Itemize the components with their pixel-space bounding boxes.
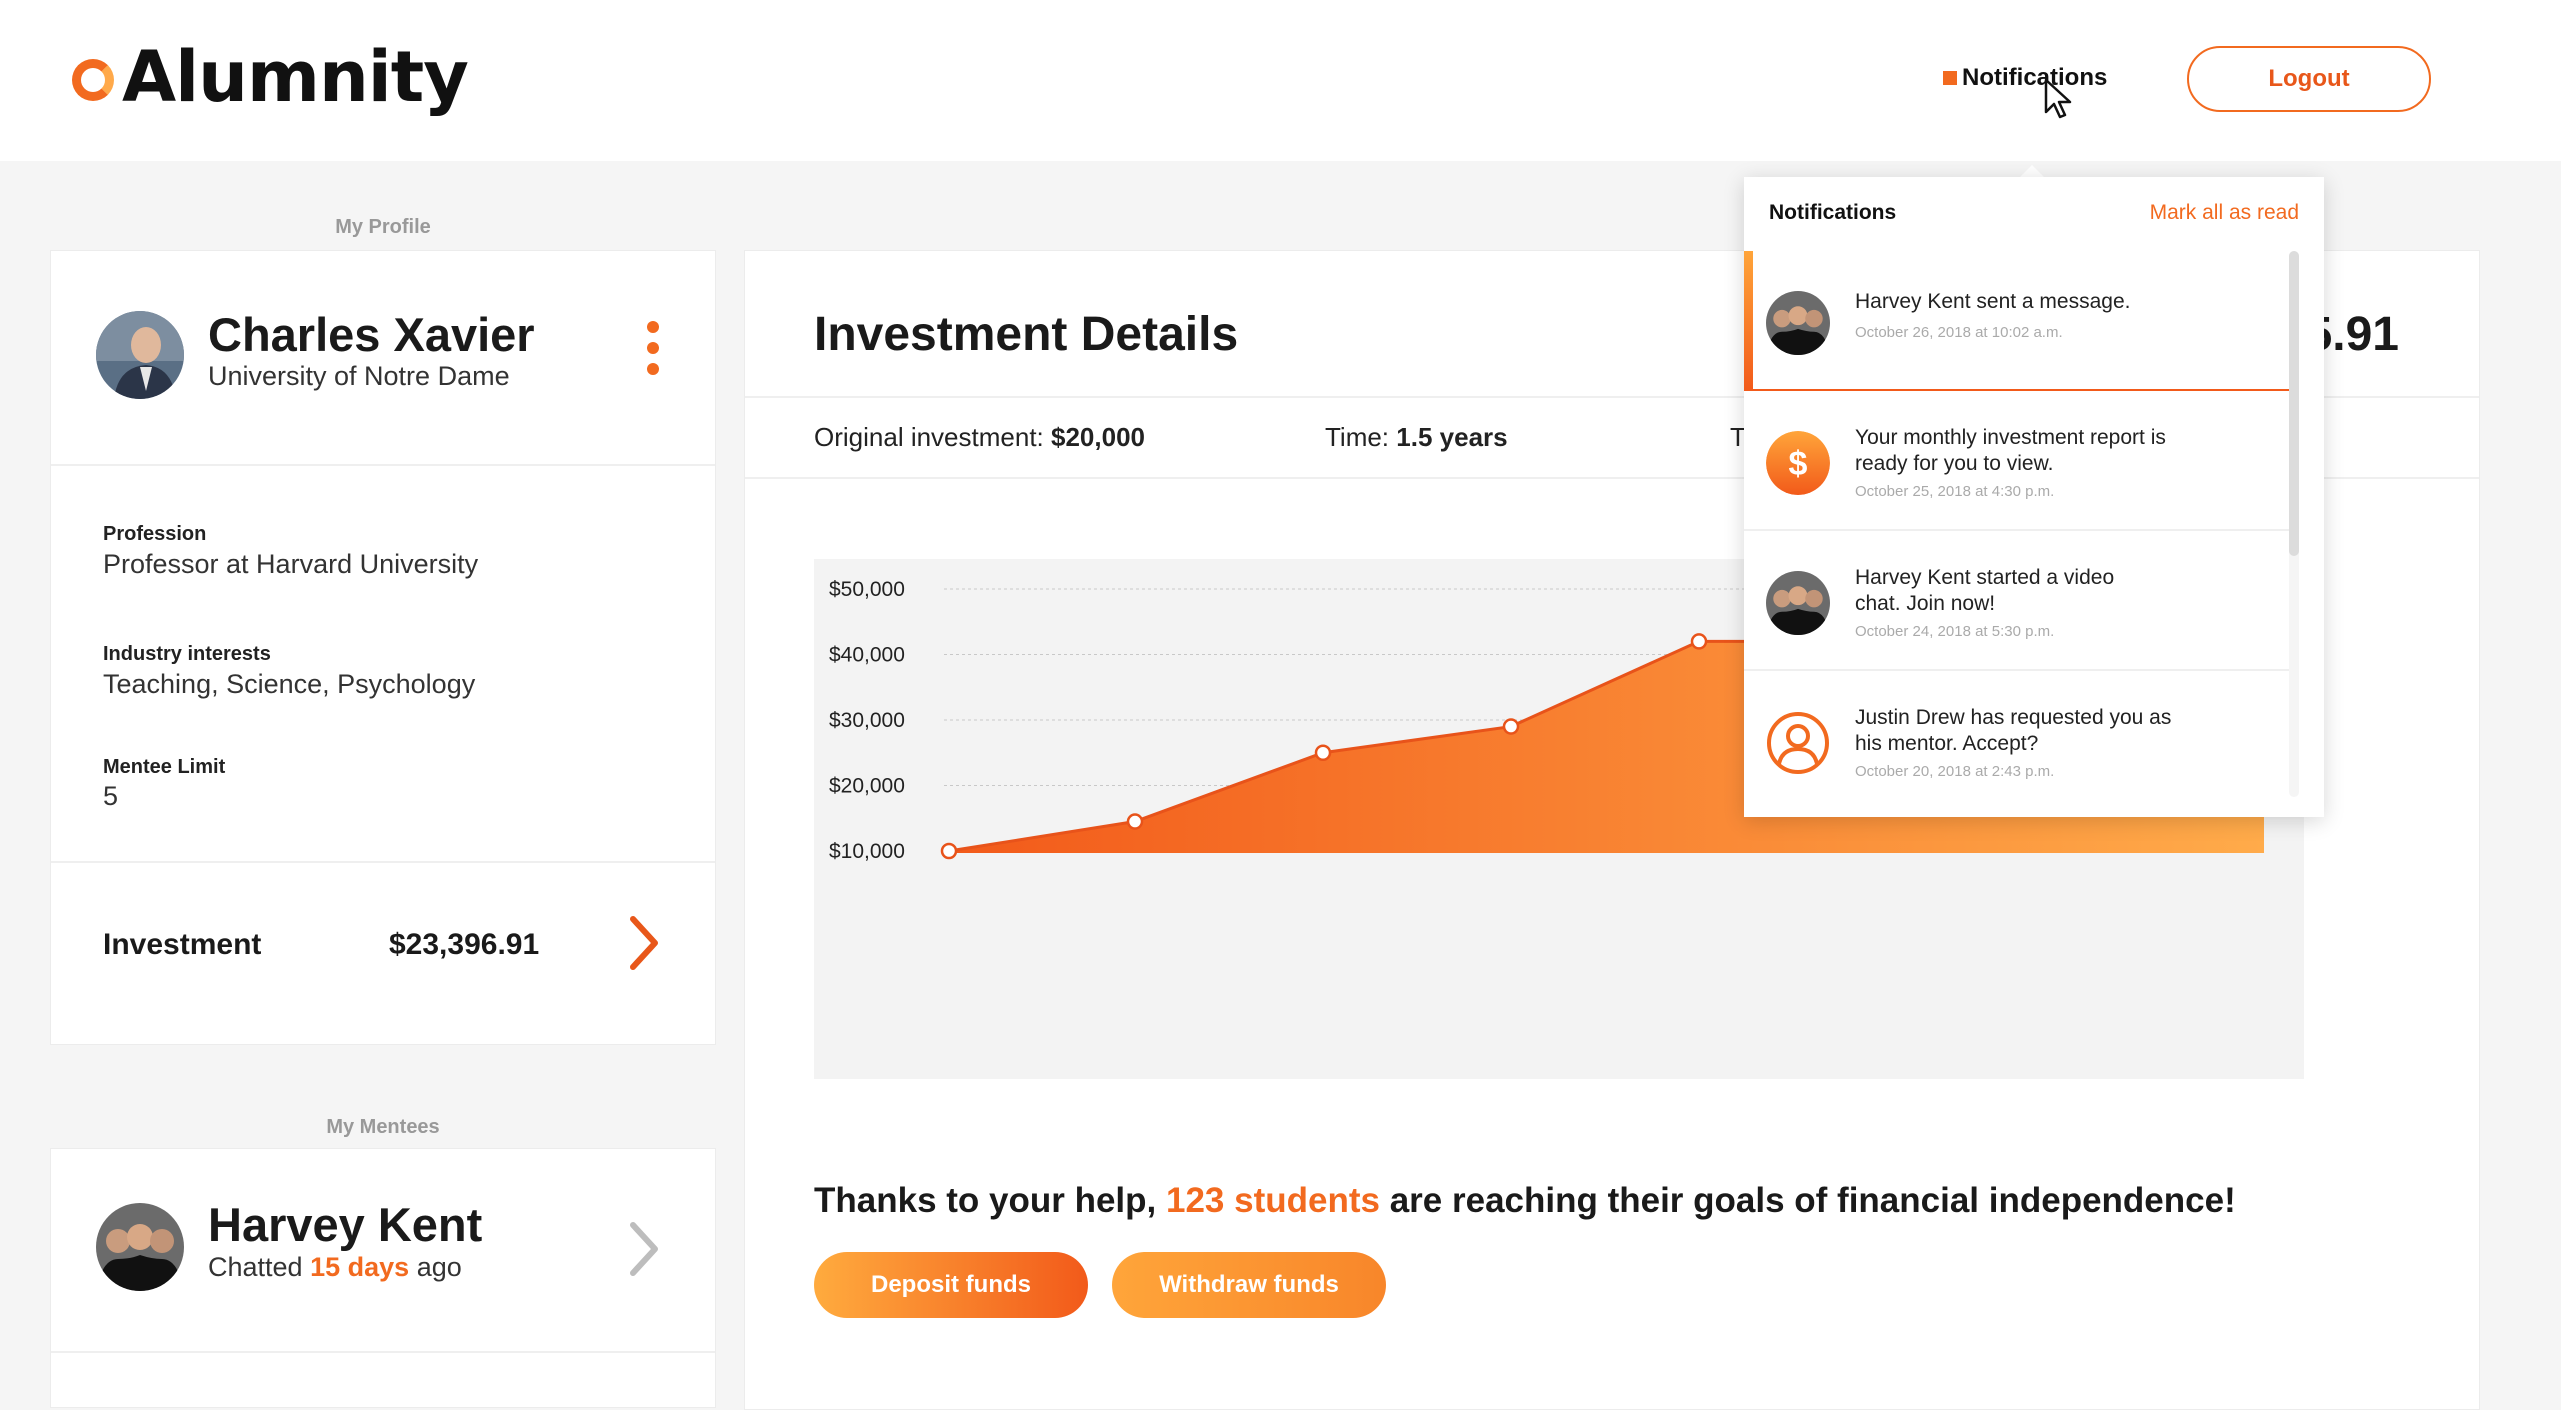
industry-interests-label: Industry interests bbox=[103, 643, 271, 665]
notifications-dropdown-title: Notifications bbox=[1769, 201, 1897, 224]
investment-label: Investment bbox=[103, 928, 262, 961]
data-point[interactable] bbox=[1314, 744, 1332, 761]
chevron-right-icon bbox=[630, 916, 658, 970]
notification-badge-icon bbox=[1943, 71, 1957, 85]
notifications-link[interactable]: Notifications bbox=[1943, 64, 2107, 92]
deposit-funds-button[interactable]: Deposit funds bbox=[814, 1252, 1088, 1318]
my-profile-heading: My Profile bbox=[335, 216, 431, 238]
harvey-avatar-icon bbox=[1766, 291, 1830, 355]
harvey-avatar-icon bbox=[1766, 571, 1830, 635]
y-tick-label: $50,000 bbox=[829, 578, 905, 601]
profile-school: University of Notre Dame bbox=[208, 361, 510, 391]
profession-label: Profession bbox=[103, 523, 207, 545]
y-tick-label: $20,000 bbox=[829, 775, 905, 798]
notification-item[interactable]: Harvey Kent started a video chat. Join n… bbox=[1744, 531, 2289, 671]
chevron-right-icon bbox=[630, 1222, 658, 1276]
mouse-cursor-icon bbox=[2044, 78, 2072, 119]
mentee-avatar bbox=[96, 1203, 184, 1291]
divider bbox=[51, 464, 715, 466]
y-tick-label: $10,000 bbox=[829, 840, 905, 863]
my-mentees-heading: My Mentees bbox=[326, 1116, 440, 1138]
profile-name: Charles Xavier bbox=[208, 308, 535, 361]
notification-text: Harvey Kent sent a message. bbox=[1855, 290, 2131, 313]
y-tick-label: $30,000 bbox=[829, 709, 905, 732]
data-point[interactable] bbox=[1126, 813, 1144, 830]
notification-text: Your monthly investment report is ready … bbox=[1855, 426, 2166, 475]
industry-interests-value: Teaching, Science, Psychology bbox=[103, 669, 476, 699]
notifications-list: Harvey Kent sent a message. October 26, … bbox=[1744, 251, 2289, 797]
data-point[interactable] bbox=[1502, 718, 1520, 735]
svg-text:$: $ bbox=[1789, 445, 1808, 483]
logo-ring-icon bbox=[72, 59, 114, 101]
mentees-card: Harvey Kent Chatted 15 days ago bbox=[50, 1148, 716, 1408]
time-stat: Time: 1.5 years bbox=[1325, 422, 1508, 452]
dropdown-arrow bbox=[2020, 165, 2044, 177]
mark-all-read-link[interactable]: Mark all as read bbox=[2150, 201, 2299, 225]
notification-item[interactable]: Harvey Kent sent a message. October 26, … bbox=[1744, 251, 2289, 391]
impact-message: Thanks to your help, 123 students are re… bbox=[814, 1181, 2236, 1220]
more-options-icon[interactable] bbox=[647, 321, 661, 384]
notifications-dropdown: Notifications Mark all as read Harvey Ke… bbox=[1744, 177, 2324, 817]
user-circle-icon bbox=[1766, 711, 1830, 775]
notification-item[interactable]: Justin Drew has requested you as his men… bbox=[1744, 671, 2289, 797]
original-investment-stat: Original investment: $20,000 bbox=[814, 422, 1145, 452]
notification-text: Harvey Kent started a video chat. Join n… bbox=[1855, 566, 2115, 615]
mentee-limit-label: Mentee Limit bbox=[103, 756, 226, 778]
divider bbox=[51, 1351, 715, 1353]
profile-card: Charles Xavier University of Notre Dame … bbox=[50, 250, 716, 1045]
profession-value: Professor at Harvard University bbox=[103, 549, 479, 579]
notification-time: October 24, 2018 at 5:30 p.m. bbox=[1855, 623, 2055, 640]
investment-row[interactable]: Investment $23,396.91 bbox=[51, 863, 715, 1043]
mentee-last-chat: Chatted 15 days ago bbox=[208, 1252, 462, 1282]
y-tick-label: $40,000 bbox=[829, 644, 905, 667]
notification-time: October 25, 2018 at 4:30 p.m. bbox=[1855, 483, 2055, 500]
mentee-limit-value: 5 bbox=[103, 781, 119, 811]
mentee-name: Harvey Kent bbox=[208, 1198, 483, 1251]
data-point[interactable] bbox=[1690, 633, 1708, 650]
investment-details-title: Investment Details bbox=[814, 308, 1239, 361]
notification-item[interactable]: $ Your monthly investment report is read… bbox=[1744, 391, 2289, 531]
students-count: 123 students bbox=[1166, 1181, 1380, 1220]
notifications-label: Notifications bbox=[1962, 64, 2108, 91]
notifications-scrollbar-thumb[interactable] bbox=[2289, 251, 2299, 556]
app-logo[interactable]: Alumnity bbox=[72, 36, 469, 118]
profile-avatar bbox=[96, 311, 184, 399]
withdraw-funds-button[interactable]: Withdraw funds bbox=[1112, 1252, 1386, 1318]
logout-button[interactable]: Logout bbox=[2187, 46, 2431, 112]
dollar-icon: $ bbox=[1766, 431, 1830, 495]
top-header: Alumnity Notifications Logout bbox=[0, 0, 2561, 161]
notification-time: October 26, 2018 at 10:02 a.m. bbox=[1855, 324, 2063, 341]
app-name: Alumnity bbox=[122, 36, 469, 118]
notification-time: October 20, 2018 at 2:43 p.m. bbox=[1855, 763, 2055, 780]
notification-text: Justin Drew has requested you as his men… bbox=[1855, 706, 2172, 755]
investment-value: $23,396.91 bbox=[389, 928, 540, 961]
mentee-row[interactable]: Harvey Kent Chatted 15 days ago bbox=[51, 1149, 715, 1351]
data-point[interactable] bbox=[940, 842, 958, 860]
